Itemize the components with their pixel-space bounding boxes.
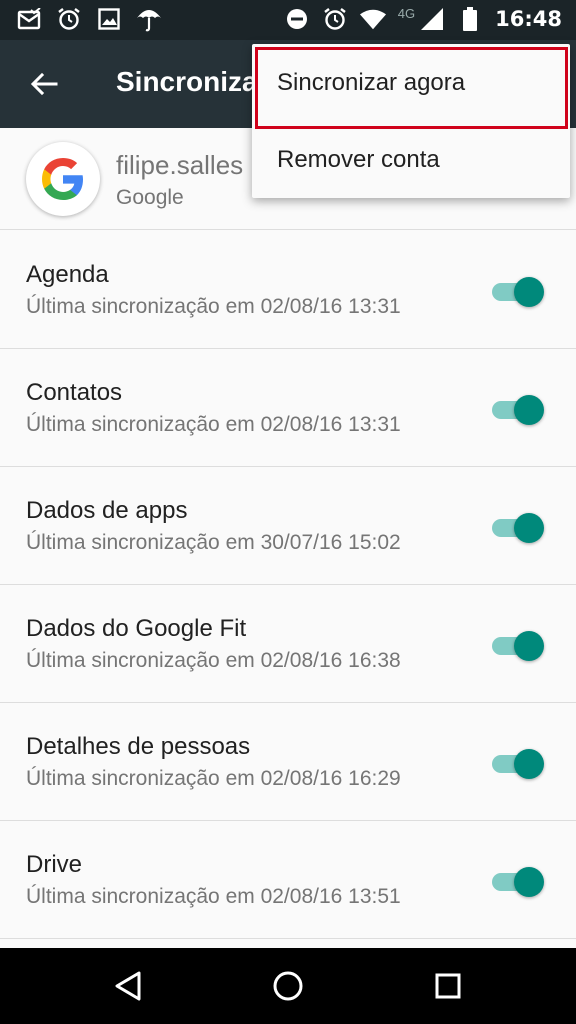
sync-item-subtitle: Última sincronização em 02/08/16 16:38 [26,649,401,672]
sync-item-subtitle: Última sincronização em 02/08/16 16:29 [26,767,401,790]
overflow-menu: Sincronizar agora Remover conta [252,44,570,198]
menu-item-remover-conta[interactable]: Remover conta [252,121,570,198]
sync-item-title: Drive [26,851,83,878]
sync-toggle[interactable] [492,867,544,897]
alarm-icon [56,6,82,32]
sync-toggle[interactable] [492,395,544,425]
battery-icon [457,6,483,32]
sync-list: Agenda Última sincronização em 02/08/16 … [0,231,576,939]
navigation-bar [0,948,576,1024]
nav-recents-button[interactable] [428,966,468,1006]
image-icon [96,6,122,32]
back-button[interactable] [24,66,64,102]
google-logo-icon [26,142,100,216]
do-not-disturb-icon [284,6,310,32]
toggle-thumb [514,395,544,425]
status-time: 16:48 [495,7,562,31]
toggle-thumb [514,867,544,897]
toggle-thumb [514,749,544,779]
sync-item-title: Contatos [26,379,123,406]
sync-item-dados-de-apps[interactable]: Dados de apps Última sincronização em 30… [0,467,576,585]
sync-toggle[interactable] [492,749,544,779]
signal-icon [419,6,445,32]
arrow-back-icon [30,72,58,96]
sync-item-subtitle: Última sincronização em 02/08/16 13:31 [26,413,401,436]
sync-item-title: Agenda [26,261,109,288]
sync-item-contatos[interactable]: Contatos Última sincronização em 02/08/1… [0,349,576,467]
sync-toggle[interactable] [492,631,544,661]
page-title: Sincronizar [116,66,269,97]
sync-item-detalhes-de-pessoas[interactable]: Detalhes de pessoas Última sincronização… [0,703,576,821]
menu-item-sincronizar-agora[interactable]: Sincronizar agora [252,44,570,121]
network-type-label: 4G [397,5,416,21]
nav-back-button[interactable] [108,966,148,1006]
sync-toggle[interactable] [492,277,544,307]
toggle-thumb [514,631,544,661]
umbrella-icon [136,6,162,32]
account-email: filipe.salles [116,150,244,180]
nav-home-button[interactable] [268,966,308,1006]
circle-home-icon [273,971,303,1001]
sync-item-title: Dados de apps [26,497,188,524]
toggle-thumb [514,277,544,307]
sync-item-agenda[interactable]: Agenda Última sincronização em 02/08/16 … [0,231,576,349]
account-type: Google [116,186,184,209]
square-recents-icon [435,973,461,999]
alarm-icon [322,6,348,32]
sync-item-subtitle: Última sincronização em 30/07/16 15:02 [26,531,401,554]
sync-item-subtitle: Última sincronização em 02/08/16 13:31 [26,295,401,318]
status-bar: 4G 16:48 [0,0,576,40]
sync-item-title: Dados do Google Fit [26,615,247,642]
sync-item-google-fit[interactable]: Dados do Google Fit Última sincronização… [0,585,576,703]
mail-check-icon [16,6,42,32]
sync-item-subtitle: Última sincronização em 02/08/16 13:51 [26,885,401,908]
status-bar-notifications [16,6,162,32]
sync-item-title: Detalhes de pessoas [26,733,251,760]
sync-item-drive[interactable]: Drive Última sincronização em 02/08/16 1… [0,821,576,939]
wifi-icon [359,6,386,32]
triangle-back-icon [115,971,141,1001]
status-bar-system: 4G 16:48 [284,6,562,32]
toggle-thumb [514,513,544,543]
sync-toggle[interactable] [492,513,544,543]
